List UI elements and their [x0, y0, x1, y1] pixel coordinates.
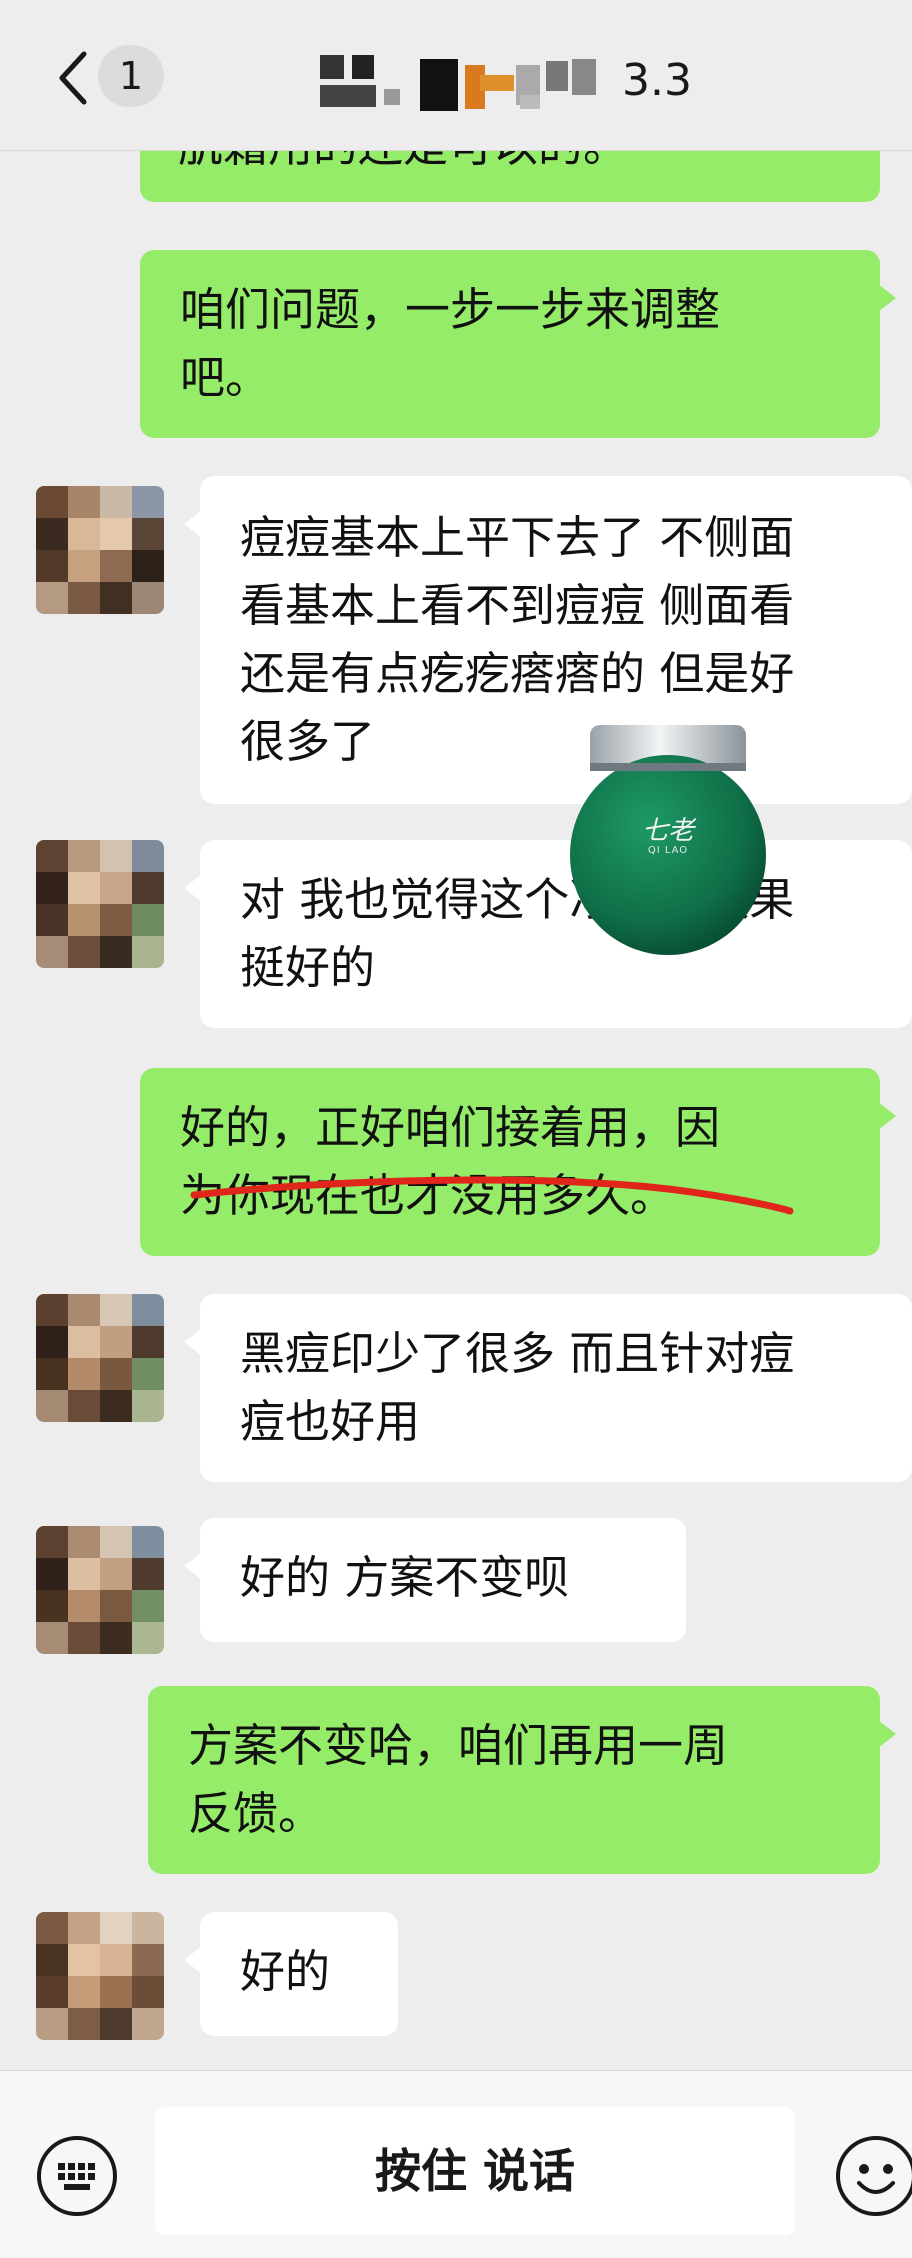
my-message[interactable]: 咱们问题，一步一步来调整 吧。 [140, 250, 896, 438]
contact-message[interactable]: 痘痘基本上平下去了 不侧面 看基本上看不到痘痘 侧面看 还是有点疙疙瘩瘩的 但是… [184, 476, 912, 804]
contact-message[interactable]: 黑痘印少了很多 而且针对痘 痘也好用 [184, 1294, 912, 1482]
obscured-contact-name [320, 45, 620, 115]
my-message[interactable]: 方案不变哈，咱们再用一周 反馈。 [148, 1686, 896, 1874]
red-annotation-stroke [190, 1176, 794, 1215]
press-to-talk-button[interactable]: 按住 说话 [155, 2107, 795, 2235]
contact-name-suffix: 3.3 [622, 54, 692, 106]
contact-avatar[interactable] [36, 1526, 164, 1654]
chat-header: 1 3.3 [0, 0, 912, 151]
contact-avatar[interactable] [36, 1294, 164, 1422]
emoji-icon[interactable] [833, 2133, 912, 2219]
contact-avatar[interactable] [36, 1912, 164, 2040]
contact-avatar[interactable] [36, 840, 164, 968]
keyboard-icon[interactable] [34, 2133, 120, 2219]
product-jar-image: 七老 QI LAO [568, 705, 768, 1045]
contact-message[interactable]: 好的 方案不变呗 [184, 1518, 686, 1642]
contact-message[interactable]: 对 我也觉得这个净肌霜效果 挺好的 [184, 840, 912, 1028]
contact-name: 3.3 [320, 40, 692, 120]
contact-message[interactable]: 好的 [184, 1912, 398, 2036]
back-chevron-icon[interactable] [52, 48, 96, 108]
my-message[interactable]: 肌霜用的还是可以的。 [140, 150, 880, 202]
product-brand-latin: QI LAO [647, 845, 689, 856]
unread-count-badge[interactable]: 1 [98, 45, 164, 107]
message-list[interactable]: 肌霜用的还是可以的。 咱们问题，一步一步来调整 吧。 痘痘基本上平下去了 不侧面… [0, 150, 912, 2070]
contact-avatar[interactable] [36, 486, 164, 614]
product-brand-text: 七老 [641, 816, 694, 846]
input-bar: 按住 说话 [0, 2070, 912, 2258]
